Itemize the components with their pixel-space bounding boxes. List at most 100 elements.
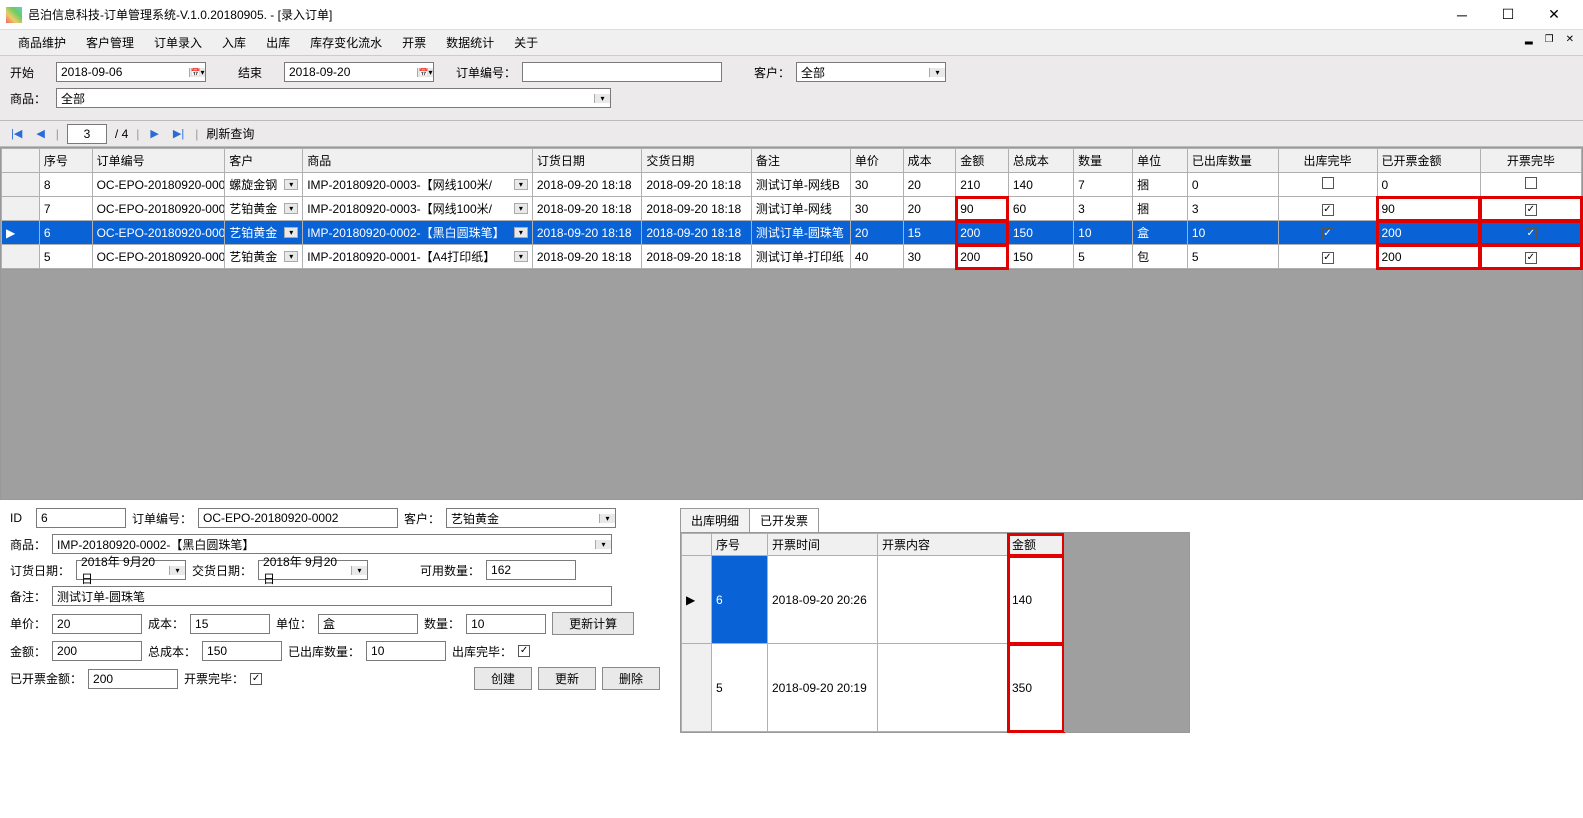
chevron-down-icon[interactable]: ▾	[284, 203, 298, 214]
menu-item[interactable]: 入库	[212, 31, 256, 55]
tab-invoiced[interactable]: 已开发票	[749, 508, 819, 532]
column-header[interactable]: 出库完毕	[1278, 149, 1377, 173]
update-button[interactable]: 更新	[538, 667, 596, 690]
checkbox[interactable]: ✓	[1322, 252, 1334, 264]
out-done-checkbox[interactable]: ✓	[518, 645, 530, 657]
next-page-button[interactable]: ▶	[147, 127, 161, 140]
calendar-icon[interactable]: 📅▾	[189, 68, 205, 77]
menu-item[interactable]: 客户管理	[76, 31, 144, 55]
column-header[interactable]: 订货日期	[532, 149, 642, 173]
checkbox[interactable]: ✓	[1525, 204, 1537, 216]
tab-out-detail[interactable]: 出库明细	[680, 508, 750, 532]
menu-item[interactable]: 开票	[392, 31, 436, 55]
prev-page-button[interactable]: ◀	[33, 127, 47, 140]
chevron-down-icon[interactable]: ▾	[514, 179, 528, 190]
chevron-down-icon[interactable]: ▾	[514, 251, 528, 262]
id-field[interactable]	[36, 508, 126, 528]
maximize-button[interactable]: ☐	[1485, 0, 1531, 30]
menu-item[interactable]: 出库	[256, 31, 300, 55]
menu-item[interactable]: 订单录入	[144, 31, 212, 55]
minimize-button[interactable]: ─	[1439, 0, 1485, 30]
orders-grid[interactable]: 序号订单编号客户商品订货日期交货日期备注单价成本金额总成本数量单位已出库数量出库…	[0, 147, 1583, 270]
chevron-down-icon[interactable]: ▾	[284, 227, 298, 238]
column-header[interactable]: 客户	[225, 149, 303, 173]
first-page-button[interactable]: |◀	[8, 127, 25, 140]
column-header[interactable]: 开票时间	[768, 534, 878, 556]
column-header[interactable]: 交货日期	[642, 149, 752, 173]
menu-item[interactable]: 关于	[504, 31, 548, 55]
column-header[interactable]: 单价	[850, 149, 903, 173]
column-header[interactable]: 单位	[1133, 149, 1188, 173]
checkbox[interactable]	[1525, 177, 1537, 189]
unit-field[interactable]	[318, 614, 418, 634]
column-header[interactable]: 已出库数量	[1187, 149, 1278, 173]
mdi-restore-icon[interactable]: ❐	[1542, 34, 1557, 45]
column-header[interactable]: 开票完毕	[1480, 149, 1581, 173]
table-row[interactable]: 8OC-EPO-20180920-0004螺旋金钢▾IMP-20180920-0…	[2, 173, 1582, 197]
amount-field[interactable]	[52, 641, 142, 661]
table-row[interactable]: 7OC-EPO-20180920-0003艺铂黄金▾IMP-20180920-0…	[2, 197, 1582, 221]
chevron-down-icon[interactable]: ▾	[595, 540, 611, 549]
column-header[interactable]: 数量	[1074, 149, 1133, 173]
total-cost-field[interactable]	[202, 641, 282, 661]
column-header[interactable]: 已开票金额	[1377, 149, 1480, 173]
table-row[interactable]: ▶6OC-EPO-20180920-0002艺铂黄金▾IMP-20180920-…	[2, 221, 1582, 245]
mdi-close-icon[interactable]: ✕	[1563, 34, 1577, 45]
column-header[interactable]: 序号	[39, 149, 92, 173]
checkbox[interactable]: ✓	[1322, 228, 1334, 240]
note-field[interactable]	[52, 586, 612, 606]
checkbox[interactable]	[1322, 177, 1334, 189]
table-row[interactable]: 52018-09-20 20:19350	[682, 644, 1064, 732]
column-header[interactable]: 序号	[712, 534, 768, 556]
invoice-done-checkbox[interactable]: ✓	[250, 673, 262, 685]
chevron-down-icon[interactable]: ▾	[169, 566, 185, 575]
calendar-icon[interactable]: 📅▾	[417, 68, 433, 77]
chevron-down-icon[interactable]: ▾	[284, 179, 298, 190]
column-header[interactable]: 开票内容	[878, 534, 1008, 556]
column-header[interactable]: 备注	[751, 149, 850, 173]
price-field[interactable]	[52, 614, 142, 634]
column-header[interactable]: 金额	[956, 149, 1009, 173]
menu-item[interactable]: 库存变化流水	[300, 31, 392, 55]
last-page-button[interactable]: ▶|	[170, 127, 187, 140]
table-row[interactable]: 5OC-EPO-20180920-0001艺铂黄金▾IMP-20180920-0…	[2, 245, 1582, 269]
customer-select[interactable]: 全部▾	[796, 62, 946, 82]
delivery-date-picker[interactable]: 2018年 9月20日▾	[258, 560, 368, 580]
column-header[interactable]: 总成本	[1008, 149, 1073, 173]
chevron-down-icon[interactable]: ▾	[594, 94, 610, 103]
close-button[interactable]: ✕	[1531, 0, 1577, 30]
page-input[interactable]	[67, 124, 107, 144]
menu-item[interactable]: 商品维护	[8, 31, 76, 55]
create-button[interactable]: 创建	[474, 667, 532, 690]
refresh-button[interactable]: 刷新查询	[206, 125, 254, 142]
table-row[interactable]: ▶62018-09-20 20:26140	[682, 556, 1064, 644]
invoice-grid[interactable]: 序号开票时间开票内容金额 ▶62018-09-20 20:2614052018-…	[681, 533, 1064, 732]
orderno-input[interactable]	[522, 62, 722, 82]
qty-field[interactable]	[466, 614, 546, 634]
start-date-picker[interactable]: 2018-09-06📅▾	[56, 62, 206, 82]
checkbox[interactable]: ✓	[1525, 228, 1537, 240]
orderno-field[interactable]	[198, 508, 398, 528]
chevron-down-icon[interactable]: ▾	[514, 203, 528, 214]
product-select[interactable]: IMP-20180920-0002-【黑白圆珠笔】▾	[52, 534, 612, 554]
menu-item[interactable]: 数据统计	[436, 31, 504, 55]
recalc-button[interactable]: 更新计算	[552, 612, 634, 635]
column-header[interactable]: 金额	[1008, 534, 1064, 556]
delete-button[interactable]: 删除	[602, 667, 660, 690]
product-select[interactable]: 全部▾	[56, 88, 611, 108]
column-header[interactable]: 商品	[303, 149, 533, 173]
out-qty-field[interactable]	[366, 641, 446, 661]
chevron-down-icon[interactable]: ▾	[599, 514, 615, 523]
invoiced-field[interactable]	[88, 669, 178, 689]
end-date-picker[interactable]: 2018-09-20📅▾	[284, 62, 434, 82]
checkbox[interactable]: ✓	[1322, 204, 1334, 216]
checkbox[interactable]: ✓	[1525, 252, 1537, 264]
cost-field[interactable]	[190, 614, 270, 634]
column-header[interactable]: 成本	[903, 149, 956, 173]
available-qty-field[interactable]	[486, 560, 576, 580]
mdi-minimize-icon[interactable]: ▂	[1522, 34, 1536, 45]
chevron-down-icon[interactable]: ▾	[514, 227, 528, 238]
order-date-picker[interactable]: 2018年 9月20日▾	[76, 560, 186, 580]
chevron-down-icon[interactable]: ▾	[284, 251, 298, 262]
chevron-down-icon[interactable]: ▾	[351, 566, 367, 575]
